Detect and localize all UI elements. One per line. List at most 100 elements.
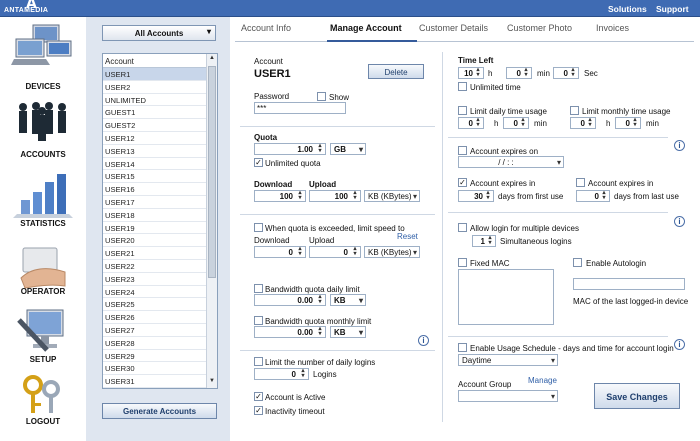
tab-invoices[interactable]: Invoices [596,23,629,33]
stepper-icon[interactable]: ▴ ▾ [296,246,304,258]
daily-logins-input[interactable]: 0 ▴ ▾ [254,368,309,380]
account-list-item[interactable]: GUEST2 [103,119,217,132]
time-left-seconds-input[interactable]: 0 ▴ ▾ [553,67,579,79]
tab-customer-photo[interactable]: Customer Photo [507,23,572,33]
solutions-link[interactable]: Solutions [608,4,647,14]
stepper-icon[interactable]: ▴ ▾ [600,190,608,202]
account-list-item[interactable]: USER27 [103,324,217,337]
unlimited-time-checkbox[interactable] [458,82,467,91]
usage-schedule-select[interactable]: Daytime [458,354,558,366]
account-list-item[interactable]: UNLIMITED [103,94,217,107]
bandwidth-monthly-unit-select[interactable]: KB [330,326,366,338]
stepper-icon[interactable]: ▴ ▾ [569,67,577,79]
stepper-icon[interactable]: ▴ ▾ [316,294,324,306]
multiple-devices-checkbox[interactable] [458,223,467,232]
download-input[interactable]: 100 ▴ ▾ [254,190,306,202]
fixed-mac-textarea[interactable] [458,269,554,325]
stepper-icon[interactable]: ▴ ▾ [519,117,527,129]
account-list-item[interactable]: USER14 [103,158,217,171]
nav-accounts[interactable]: ACCOUNTS [0,97,86,167]
monthly-time-usage-checkbox[interactable] [570,106,579,115]
scroll-up-icon[interactable]: ▲ [208,55,216,64]
stepper-icon[interactable]: ▴ ▾ [299,368,307,380]
tab-account-info[interactable]: Account Info [241,23,291,33]
simultaneous-logins-input[interactable]: 1 ▴ ▾ [472,235,496,247]
account-list-item[interactable]: USER21 [103,247,217,260]
bandwidth-daily-unit-select[interactable]: KB [330,294,366,306]
usage-schedule-checkbox[interactable] [458,343,467,352]
account-list-item[interactable]: GUEST1 [103,106,217,120]
bandwidth-daily-input[interactable]: 0.00 ▴ ▾ [254,294,326,306]
account-list-item[interactable]: USER16 [103,183,217,196]
password-field[interactable]: *** [254,102,346,114]
scroll-down-icon[interactable]: ▼ [208,378,216,387]
account-group-select[interactable] [458,390,558,402]
stepper-icon[interactable]: ▴ ▾ [474,67,482,79]
limit-speed-unit-select[interactable]: KB (KBytes) [364,246,420,258]
stepper-icon[interactable]: ▴ ▾ [586,117,594,129]
tab-manage-account[interactable]: Manage Account [330,23,402,33]
expires-last-use-input[interactable]: 0 ▴ ▾ [576,190,610,202]
stepper-icon[interactable]: ▴ ▾ [296,190,304,202]
save-changes-button[interactable]: Save Changes [594,383,680,409]
bandwidth-monthly-input[interactable]: 0.00 ▴ ▾ [254,326,326,338]
daily-time-usage-checkbox[interactable] [458,106,467,115]
manage-group-link[interactable]: Manage [528,376,557,385]
nav-logout[interactable]: LOGOUT [0,373,86,441]
nav-devices[interactable]: DEVICES [0,19,86,91]
account-list-item[interactable]: USER25 [103,298,217,312]
account-listbox[interactable]: Account USER1 USER2 UNLIMITED GUEST1 GUEST2 U… [102,53,218,389]
monthly-minutes-input[interactable]: 0 ▴ ▾ [615,117,641,129]
account-list-item[interactable]: USER31 [103,375,217,388]
expires-on-date-select[interactable]: / / : : [458,156,564,168]
stepper-icon[interactable]: ▴ ▾ [351,190,359,202]
limit-download-input[interactable]: 0 ▴ ▾ [254,246,306,258]
bandwidth-monthly-checkbox[interactable] [254,316,263,325]
stepper-icon[interactable]: ▴ ▾ [631,117,639,129]
daily-minutes-input[interactable]: 0 ▴ ▾ [503,117,529,129]
account-list-item[interactable]: USER22 [103,260,217,273]
inactivity-timeout-checkbox[interactable]: ✓ [254,406,263,415]
account-list-item[interactable]: USER2 [103,81,217,94]
delete-button[interactable]: Delete [368,64,424,79]
stepper-icon[interactable]: ▴ ▾ [316,143,324,155]
account-list-item[interactable]: USER12 [103,132,217,145]
daily-logins-checkbox[interactable] [254,357,263,366]
account-list-item[interactable]: USER19 [103,222,217,235]
quota-unit-select[interactable]: GB [330,143,366,155]
stepper-icon[interactable]: ▴ ▾ [522,67,530,79]
daily-hours-input[interactable]: 0 ▴ ▾ [458,117,484,129]
account-list-item[interactable]: USER1 [103,68,217,81]
unlimited-quota-checkbox[interactable]: ✓ [254,158,263,167]
info-icon[interactable]: i [674,339,685,350]
time-left-minutes-input[interactable]: 0 ▴ ▾ [506,67,532,79]
nav-statistics[interactable]: STATISTICS [0,169,86,239]
stepper-icon[interactable]: ▴ ▾ [316,326,324,338]
expires-on-checkbox[interactable] [458,146,467,155]
account-list-item[interactable]: USER24 [103,286,217,299]
info-icon[interactable]: i [418,335,429,346]
limit-upload-input[interactable]: 0 ▴ ▾ [309,246,361,258]
account-list-item[interactable]: USER29 [103,350,217,363]
autologin-checkbox[interactable] [573,258,582,267]
time-left-hours-input[interactable]: 10 ▴ ▾ [458,67,484,79]
show-password-checkbox[interactable] [317,92,326,101]
reset-link[interactable]: Reset [397,232,418,241]
expires-first-use-input[interactable]: 30 ▴ ▾ [458,190,494,202]
accounts-filter-dropdown[interactable]: All Accounts ▾ [102,25,216,41]
account-list-item[interactable]: USER28 [103,337,217,350]
account-list-item[interactable]: USER30 [103,362,217,376]
stepper-icon[interactable]: ▴ ▾ [486,235,494,247]
speed-unit-select[interactable]: KB (KBytes) [364,190,420,202]
nav-operator[interactable]: OPERATOR [0,243,86,313]
stepper-icon[interactable]: ▴ ▾ [474,117,482,129]
fixed-mac-checkbox[interactable] [458,258,467,267]
last-mac-field[interactable] [573,278,685,290]
scroll-thumb[interactable] [208,66,216,278]
account-list-item[interactable]: USER13 [103,145,217,158]
stepper-icon[interactable]: ▴ ▾ [351,246,359,258]
generate-accounts-button[interactable]: Generate Accounts [102,403,217,419]
account-list-item[interactable]: USER18 [103,209,217,222]
info-icon[interactable]: i [674,140,685,151]
tab-customer-details[interactable]: Customer Details [419,23,488,33]
